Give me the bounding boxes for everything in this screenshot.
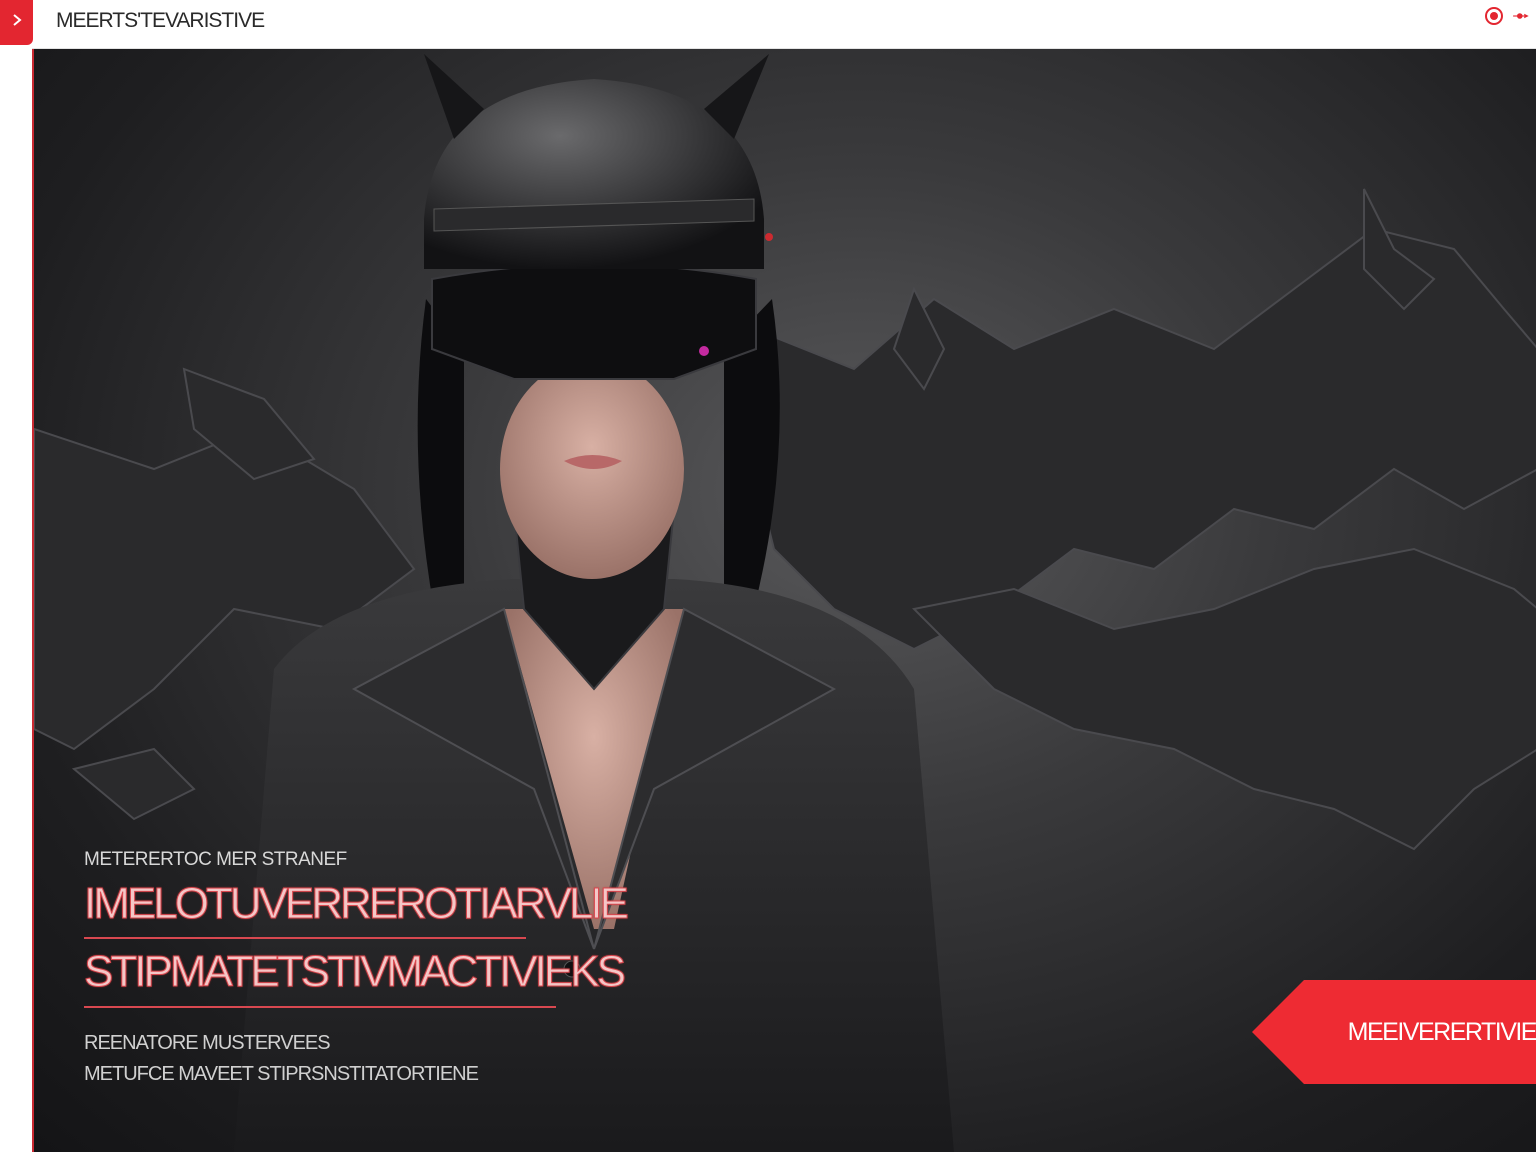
cta-button[interactable]: MEEIVERERTIVIE [1252,980,1536,1084]
hero-banner: METERERTOC MER STRANEF IMELOTUVERREROTIA… [32,49,1536,1152]
headline-divider-second [84,1006,556,1008]
side-strip [0,48,32,1152]
hero-headline: IMELOTUVERREROTIARVLIE [84,879,630,929]
cta-button-label: MEEIVERERTIVIE [1347,1017,1536,1046]
top-icon-group [1484,6,1532,26]
back-button[interactable] [0,0,33,45]
top-bar: MEERTS'TEVARISTIVE [0,0,1536,49]
record-icon[interactable] [1484,6,1504,26]
headline-divider [84,937,526,939]
hero-eyebrow: METERERTOC MER STRANEF [84,849,347,870]
chevron-right-icon [10,13,24,32]
cursor-arrow-icon[interactable] [1512,6,1532,26]
hero-body-line-2: METUFCE MAVEET STIPRSNSTITATORTIENE [84,1063,479,1085]
app-title: MEERTS'TEVARISTIVE [56,9,265,32]
hero-body-line-1: REENATORE MUSTERVEES [84,1032,331,1054]
hero-headline-second: STIPMATETSTIVMACTIVIEKS [84,947,627,997]
